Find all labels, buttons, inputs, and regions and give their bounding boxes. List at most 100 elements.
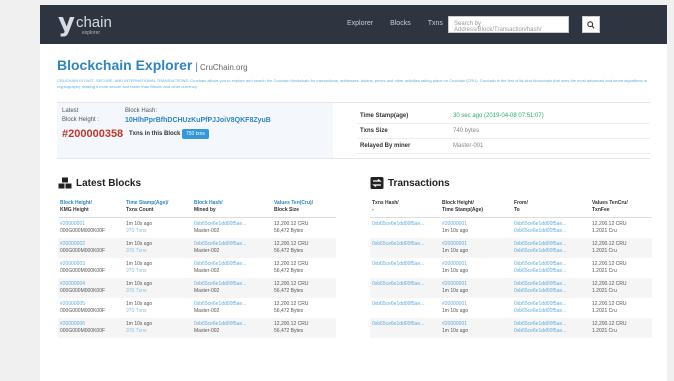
detail-row: Time Stamp(age) 30 sec ago (2019-04-08 0… bbox=[357, 109, 650, 124]
to-address-link[interactable]: 0xb65ce6e1dd00f5ae... bbox=[514, 268, 566, 274]
from-address-link[interactable]: 0xb65ce6e1dd00f5ae... bbox=[514, 241, 566, 247]
table-row[interactable]: #20000003 000G000M000K00F 1m 10s ago 970 T… bbox=[58, 258, 336, 278]
table-row[interactable]: 0xb65ce6e1dd00f5ae... #20000001 1m 10s ag… bbox=[370, 218, 652, 239]
detail-value: Master-001 bbox=[453, 143, 484, 149]
block-height-link[interactable]: #20000001 bbox=[442, 321, 467, 327]
block-height-link[interactable]: #20000001 bbox=[60, 221, 85, 227]
block-height-link[interactable]: #20000004 bbox=[60, 281, 85, 287]
cell: 12,200.12 CRU 1.2021 Cru bbox=[590, 218, 652, 239]
block-height-link[interactable]: #20000001 bbox=[442, 241, 467, 247]
txns-count-badge[interactable]: 750 txns bbox=[182, 129, 209, 139]
txn-hash-link[interactable]: 0xb65ce6e1dd00f5ae... bbox=[372, 301, 424, 307]
latest-blocks-title: Latest Blocks bbox=[76, 177, 142, 189]
block-height-label: Block Height : bbox=[62, 117, 100, 123]
column-header-secondary: KMG Height bbox=[60, 207, 89, 213]
block-height-link[interactable]: #20000006 bbox=[60, 321, 85, 327]
cell: 0xb65ce6e1dd00f5ae... 0xb65ce6e1dd00f5ae.… bbox=[512, 218, 590, 239]
cell: 12,200.12 CRU 1.2021 Cru bbox=[590, 318, 652, 338]
screen-frame: y chain explorer Explorer Blocks Txns Se… bbox=[0, 0, 674, 381]
search-input[interactable]: Search by Address/Block/Transaction/hash… bbox=[448, 16, 569, 33]
txn-hash-link[interactable]: 0xb65ce6e1dd00f5ae... bbox=[372, 281, 424, 287]
cell: 1m 10s ago 970 Txns bbox=[124, 298, 192, 318]
txns-count-link[interactable]: 970 Txns bbox=[126, 308, 146, 314]
txn-hash-link[interactable]: 0xb65ce6e1dd00f5ae... bbox=[372, 221, 424, 227]
cell: #20000005 000G000M000K00F bbox=[58, 298, 124, 318]
block-height-link[interactable]: #20000005 bbox=[60, 301, 85, 307]
table-row[interactable]: 0xb65ce6e1dd00f5ae... #20000001 1m 10s ag… bbox=[370, 318, 652, 338]
table-header-row: Txns Hash/- Block Height/Time Stamp(Age)… bbox=[370, 197, 652, 218]
nav-txns[interactable]: Txns bbox=[428, 20, 443, 27]
block-height-link[interactable]: #20000001 bbox=[442, 261, 467, 267]
from-address-link[interactable]: 0xb65ce6e1dd00f5ae... bbox=[514, 261, 566, 267]
site-logo[interactable]: y chain explorer bbox=[58, 10, 112, 36]
column-header: Block Height/Time Stamp(Age) bbox=[440, 197, 512, 218]
block-value: 12,200.12 CRU bbox=[274, 261, 309, 267]
block-height-link[interactable]: #20000001 bbox=[442, 221, 467, 227]
txns-count-link[interactable]: 970 Txns bbox=[126, 328, 146, 334]
block-height-link[interactable]: #20000002 bbox=[60, 241, 85, 247]
column-header-primary: Txns Hash/ bbox=[372, 200, 399, 206]
txn-age: 1m 10s ago bbox=[442, 268, 469, 274]
to-address-link[interactable]: 0xb65ce6e1dd00f5ae... bbox=[514, 248, 566, 254]
txn-hash-link[interactable]: 0xb65ce6e1dd00f5ae... bbox=[372, 321, 424, 327]
block-hash-link[interactable]: 0xb65ce6e1dd00f5ae... bbox=[194, 241, 246, 247]
txn-hash-link[interactable]: 0xb65ce6e1dd00f5ae... bbox=[372, 261, 424, 267]
table-row[interactable]: 0xb65ce6e1dd00f5ae... #20000001 1m 10s ag… bbox=[370, 258, 652, 278]
table-header-row: Block Height/KMG Height Time Stamp(Age)/… bbox=[58, 197, 336, 218]
from-address-link[interactable]: 0xb65ce6e1dd00f5ae... bbox=[514, 321, 566, 327]
txns-count-link[interactable]: 970 Txns bbox=[126, 228, 146, 234]
table-row[interactable]: 0xb65ce6e1dd00f5ae... #20000001 1m 10s ag… bbox=[370, 278, 652, 298]
from-address-link[interactable]: 0xb65ce6e1dd00f5ae... bbox=[514, 301, 566, 307]
table-row[interactable]: #20000004 000G000M000K00F 1m 10s ago 970 T… bbox=[58, 278, 336, 298]
cell: 0xb65ce6e1dd00f5ae... Master-002 bbox=[192, 298, 272, 318]
kmg-height: 000G000M000K00F bbox=[60, 288, 106, 294]
cell: #20000003 000G000M000K00F bbox=[58, 258, 124, 278]
table-row[interactable]: #20000002 000G000M000K00F 1m 10s ago 970 T… bbox=[58, 238, 336, 258]
block-size: 56,472 Bytes bbox=[274, 328, 304, 334]
table-row[interactable]: #20000006 000G000M000K00F 1m 10s ago 970 T… bbox=[58, 318, 336, 338]
search-button[interactable] bbox=[582, 16, 600, 33]
block-height-link[interactable]: #20000001 bbox=[442, 301, 467, 307]
table-row[interactable]: #20000001 000G000M000K00F 1m 10s ago 970 T… bbox=[58, 218, 336, 239]
table-row[interactable]: 0xb65ce6e1dd00f5ae... #20000001 1m 10s ag… bbox=[370, 298, 652, 318]
block-hash-link[interactable]: 0xb65ce6e1dd00f5ae... bbox=[194, 221, 246, 227]
txn-hash-link[interactable]: 0xb65ce6e1dd00f5ae... bbox=[372, 241, 424, 247]
cell: 0xb65ce6e1dd00f5ae... Master-002 bbox=[192, 258, 272, 278]
txns-count-link[interactable]: 970 Txns bbox=[126, 288, 146, 294]
kmg-height: 000G000M000K00F bbox=[60, 268, 106, 274]
cell: #20000001 1m 10s ago bbox=[440, 218, 512, 239]
txns-count-link[interactable]: 970 Txns bbox=[126, 248, 146, 254]
to-address-link[interactable]: 0xb65ce6e1dd00f5ae... bbox=[514, 328, 566, 334]
block-hash-link[interactable]: 0xb65ce6e1dd00f5ae... bbox=[194, 261, 246, 267]
to-address-link[interactable]: 0xb65ce6e1dd00f5ae... bbox=[514, 288, 566, 294]
to-address-link[interactable]: 0xb65ce6e1dd00f5ae... bbox=[514, 308, 566, 314]
block-size: 56,472 Bytes bbox=[274, 228, 304, 234]
block-value: 12,200.12 CRU bbox=[274, 221, 309, 227]
column-header-secondary: TxnFee bbox=[592, 207, 610, 213]
txn-fee: 1.2021 Cru bbox=[592, 268, 617, 274]
from-address-link[interactable]: 0xb65ce6e1dd00f5ae... bbox=[514, 281, 566, 287]
logo-text-group: chain explorer bbox=[76, 15, 112, 36]
nav-explorer[interactable]: Explorer bbox=[347, 20, 373, 27]
block-hash-link[interactable]: 0xb65ce6e1dd00f5ae... bbox=[194, 281, 246, 287]
table-row[interactable]: 0xb65ce6e1dd00f5ae... #20000001 1m 10s ag… bbox=[370, 238, 652, 258]
main-nav: Explorer Blocks Txns bbox=[347, 20, 460, 27]
miner-name: Master-002 bbox=[194, 228, 220, 234]
block-hash-link[interactable]: 0xb65ce6e1dd00f5ae... bbox=[194, 301, 246, 307]
block-height-link[interactable]: #20000001 bbox=[442, 281, 467, 287]
txn-value: 12,200.12 CRU bbox=[592, 281, 627, 287]
nav-blocks[interactable]: Blocks bbox=[390, 20, 411, 27]
cell: 0xb65ce6e1dd00f5ae... 0xb65ce6e1dd00f5ae.… bbox=[512, 238, 590, 258]
block-height-link[interactable]: #20000003 bbox=[60, 261, 85, 267]
cell: 12,200.12 CRU 56,472 Bytes bbox=[272, 278, 336, 298]
table-row[interactable]: #20000005 000G000M000K00F 1m 10s ago 970 T… bbox=[58, 298, 336, 318]
cell: 0xb65ce6e1dd00f5ae... bbox=[370, 258, 440, 278]
to-address-link[interactable]: 0xb65ce6e1dd00f5ae... bbox=[514, 228, 566, 234]
block-height-value[interactable]: #200000358 bbox=[62, 128, 123, 140]
block-hash-link[interactable]: 0xb65ce6e1dd00f5ae... bbox=[194, 321, 246, 327]
txns-count-link[interactable]: 970 Txns bbox=[126, 268, 146, 274]
from-address-link[interactable]: 0xb65ce6e1dd00f5ae... bbox=[514, 221, 566, 227]
block-hash-value[interactable]: 10HlhPprBfhDCHUzKuPfPJJoiV8QKF8ZyuB bbox=[125, 117, 271, 124]
column-header-secondary: Mined by bbox=[194, 207, 216, 213]
column-header: Txns Hash/- bbox=[370, 197, 440, 218]
